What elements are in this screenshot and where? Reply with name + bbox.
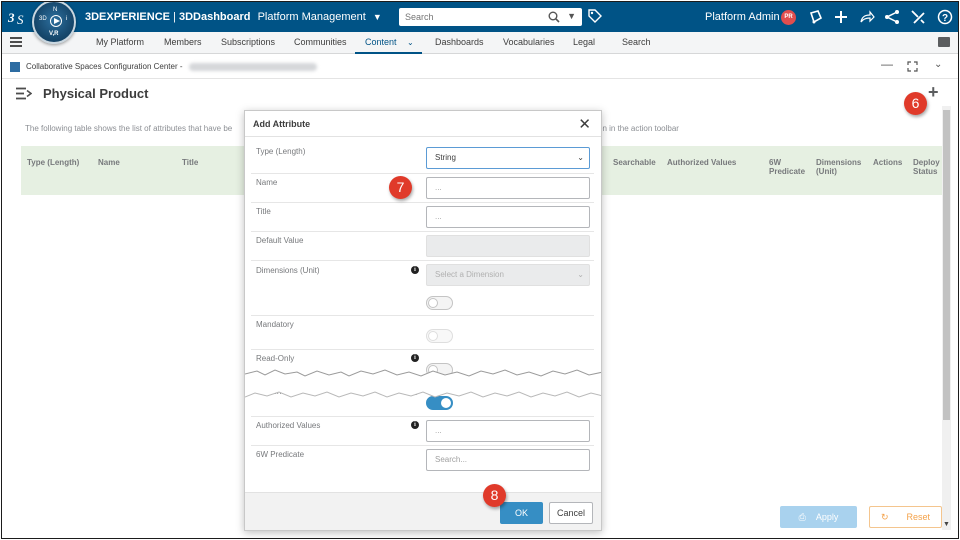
widget-app-icon	[10, 62, 20, 72]
column-header[interactable]: Title	[182, 158, 198, 167]
tools-icon[interactable]	[910, 9, 926, 25]
close-icon[interactable]: ✕	[578, 115, 591, 133]
callout-badge: 6	[904, 92, 927, 115]
tab-content[interactable]: Content ⌄	[365, 37, 414, 47]
widget-title: Collaborative Spaces Configuration Cente…	[26, 62, 317, 71]
compass-icon[interactable]: N 3D i V,R	[32, 2, 76, 44]
plus-icon[interactable]	[833, 9, 849, 25]
name-row: Name ...	[251, 174, 594, 203]
collapse-panel-icon[interactable]	[16, 87, 32, 100]
widget-header: Collaborative Spaces Configuration Cente…	[2, 55, 958, 79]
default-value-input	[426, 235, 590, 257]
tab-members[interactable]: Members	[164, 37, 202, 47]
svg-text:?: ?	[942, 13, 948, 24]
avatar[interactable]: PR	[781, 10, 796, 25]
apply-icon: ⎙	[798, 512, 806, 522]
mandatory-row: Mandatory	[251, 316, 594, 350]
tab-my-platform[interactable]: My Platform	[96, 37, 144, 47]
user-name[interactable]: Platform Admin	[705, 11, 780, 23]
name-input[interactable]: ...	[426, 177, 590, 199]
6w-predicate-search[interactable]: Search...	[426, 449, 590, 471]
share-icon[interactable]	[859, 9, 875, 25]
cancel-button[interactable]: Cancel	[549, 502, 593, 524]
default-value-row: Default Value	[251, 232, 594, 261]
page-description: The following table shows the list of at…	[25, 124, 233, 133]
play-icon	[50, 15, 62, 27]
tab-dashboards[interactable]: Dashboards	[435, 37, 484, 47]
bell-icon[interactable]	[808, 9, 824, 25]
tab-vocabularies[interactable]: Vocabularies	[503, 37, 555, 47]
reset-button[interactable]: ↻ Reset	[869, 506, 942, 528]
tag-icon[interactable]	[588, 9, 602, 23]
torn-edge-overlay	[245, 369, 601, 398]
global-search: ▼	[399, 8, 582, 26]
title-row: Title ...	[251, 203, 594, 232]
title-input[interactable]: ...	[426, 206, 590, 228]
type-row: Type (Length) String ⌄	[251, 143, 594, 174]
column-header[interactable]: Dimensions (Unit)	[816, 158, 868, 176]
app-name[interactable]: Platform Management	[258, 11, 366, 23]
menu-icon[interactable]	[10, 37, 22, 48]
add-attribute-plus-icon[interactable]: +	[928, 82, 939, 103]
network-icon[interactable]	[884, 9, 900, 25]
dimensions-select[interactable]: Select a Dimension ⌄	[426, 264, 590, 286]
column-header[interactable]: 6W Predicate	[769, 158, 811, 176]
page-description-tail: on in the action toolbar	[598, 124, 679, 133]
info-icon[interactable]: i	[411, 421, 419, 429]
info-icon[interactable]: i	[411, 354, 419, 362]
scroll-down-icon[interactable]: ▼	[943, 521, 950, 528]
chevron-down-icon[interactable]: ⌄	[934, 59, 942, 70]
dialog-footer: OK Cancel	[245, 492, 601, 530]
tab-subscriptions[interactable]: Subscriptions	[221, 37, 275, 47]
6w-predicate-row: 6W Predicate Search...	[251, 446, 594, 476]
search-input[interactable]	[399, 8, 529, 26]
ds-logo-icon[interactable]: 3 S	[8, 8, 30, 26]
column-header[interactable]: Name	[98, 158, 120, 167]
ok-button[interactable]: OK	[500, 502, 543, 524]
chevron-down-icon[interactable]: ▼	[373, 12, 382, 22]
chevron-down-icon: ⌄	[577, 153, 584, 162]
minimize-icon[interactable]: —	[881, 57, 893, 71]
authorized-values-row: Authorized Values i ...	[251, 417, 594, 446]
column-header[interactable]: Searchable	[613, 158, 656, 167]
mandatory-toggle[interactable]	[426, 329, 453, 343]
apply-button[interactable]: ⎙ Apply	[780, 506, 857, 528]
reset-icon: ↻	[880, 512, 889, 522]
help-icon[interactable]: ?	[937, 9, 953, 25]
column-header[interactable]: Authorized Values	[667, 158, 736, 167]
tab-legal[interactable]: Legal	[573, 37, 595, 47]
tab-communities[interactable]: Communities	[294, 37, 347, 47]
chat-icon[interactable]	[938, 37, 950, 47]
type-select[interactable]: String ⌄	[426, 147, 590, 169]
active-tab-indicator	[355, 52, 422, 54]
column-header[interactable]: Actions	[873, 158, 902, 167]
scrollbar-thumb[interactable]	[943, 110, 950, 420]
brand-title: 3DEXPERIENCE | 3DDashboard Platform Mana…	[85, 11, 382, 23]
info-icon[interactable]: i	[411, 266, 419, 274]
top-bar: 3 S N 3D i V,R 3DEXPERIENCE | 3DDashboar…	[2, 2, 958, 44]
dialog-title: Add Attribute	[253, 119, 311, 129]
page-title: Physical Product	[43, 86, 149, 101]
tab-search[interactable]: Search	[622, 37, 651, 47]
toggle-switch[interactable]	[426, 296, 453, 310]
svg-text:S: S	[17, 12, 24, 26]
chevron-down-icon: ⌄	[407, 38, 414, 47]
search-options-chevron-icon[interactable]: ▼	[567, 11, 576, 21]
redacted-text	[188, 62, 317, 71]
callout-badge: 7	[389, 176, 412, 199]
dialog-header: Add Attribute ✕	[245, 111, 601, 137]
dimensions-row: Dimensions (Unit) i Select a Dimension ⌄	[251, 261, 594, 291]
app-window: 3 S N 3D i V,R 3DEXPERIENCE | 3DDashboar…	[1, 1, 959, 539]
hidden-row	[251, 291, 594, 316]
maximize-icon[interactable]	[907, 61, 918, 72]
column-header[interactable]: Type (Length)	[27, 158, 79, 167]
svg-text:3: 3	[8, 10, 15, 25]
callout-badge: 8	[483, 484, 506, 507]
add-attribute-dialog: Add Attribute ✕ Type (Length) String ⌄ N…	[244, 110, 602, 531]
chevron-down-icon: ⌄	[577, 270, 584, 279]
tab-bar: My Platform Members Subscriptions Commun…	[2, 32, 958, 54]
authorized-values-input[interactable]: ...	[426, 420, 590, 442]
search-icon[interactable]	[548, 11, 560, 23]
